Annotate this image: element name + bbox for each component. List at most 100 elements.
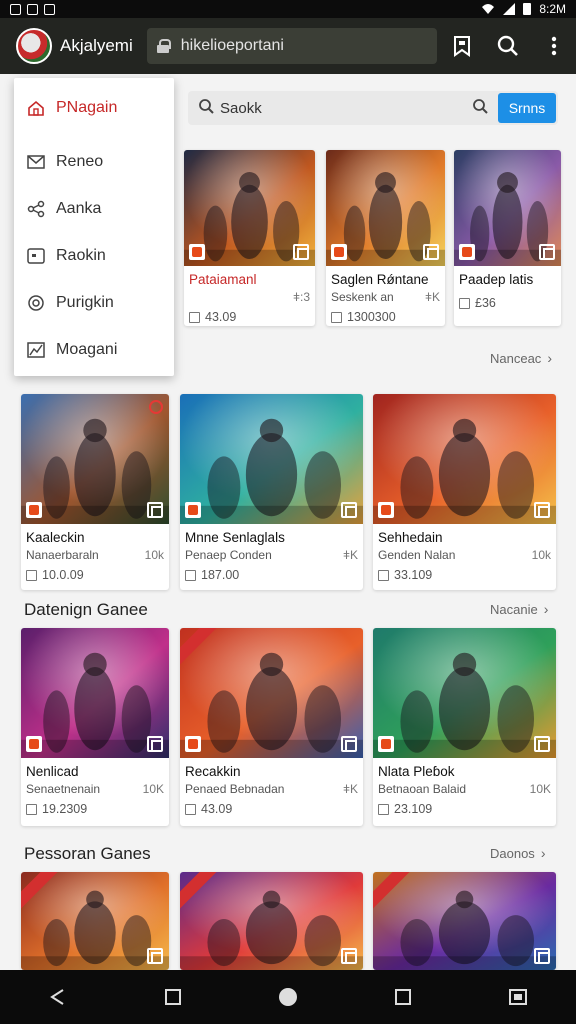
see-all-label[interactable]: Nacanie xyxy=(490,602,538,617)
expand-icon[interactable] xyxy=(539,244,555,260)
game-title[interactable]: Nenlicad xyxy=(26,764,164,779)
home-icon xyxy=(26,99,46,117)
game-meta: 10K xyxy=(529,782,551,796)
game-title[interactable]: Pataiamanl xyxy=(189,272,310,287)
game-title[interactable]: Kaaleckin xyxy=(26,530,164,545)
expand-icon[interactable] xyxy=(423,244,439,260)
notification-icon xyxy=(10,3,21,15)
expand-icon[interactable] xyxy=(293,244,309,260)
game-card[interactable]: Sehhedain Genden Nalan 10k 33.109 xyxy=(373,394,556,590)
app-bar: Akjalyemi hikelioeportani xyxy=(0,18,576,74)
game-title[interactable]: Sehhedain xyxy=(378,530,551,545)
game-thumbnail[interactable] xyxy=(326,150,445,266)
see-all-link[interactable]: Nacanie › xyxy=(490,601,548,617)
section-title: Datenign Ganee xyxy=(24,600,148,619)
battery-icon xyxy=(523,3,532,15)
game-thumbnail[interactable] xyxy=(21,872,169,970)
game-thumbnail[interactable] xyxy=(373,628,556,758)
game-thumbnail[interactable] xyxy=(21,628,169,758)
game-thumbnail[interactable] xyxy=(184,150,315,266)
menu-item[interactable]: Moagani xyxy=(14,326,174,373)
download-icon xyxy=(26,569,37,581)
app-badge-icon xyxy=(26,502,42,518)
game-title[interactable]: Recakkin xyxy=(185,764,358,779)
game-card[interactable]: Pataiamanl ǂ:3 43.09 xyxy=(184,150,315,326)
menu-item-label: Aanka xyxy=(56,199,102,217)
home-icon[interactable] xyxy=(268,977,308,1017)
expand-icon[interactable] xyxy=(341,736,357,752)
app-title: Akjalyemi xyxy=(60,36,133,55)
see-all-label[interactable]: Nanceac xyxy=(490,351,541,366)
search-icon xyxy=(198,98,214,119)
game-stat: 33.109 xyxy=(394,568,433,582)
game-card[interactable] xyxy=(373,872,556,970)
menu-item[interactable]: PNagain xyxy=(14,78,174,138)
game-thumbnail[interactable] xyxy=(180,872,363,970)
search-input[interactable]: Saokk xyxy=(220,100,262,117)
url-bar[interactable]: hikelioeportani xyxy=(146,28,437,64)
expand-icon[interactable] xyxy=(534,502,550,518)
see-all-label[interactable]: Daonos xyxy=(490,846,535,861)
bookmark-icon[interactable] xyxy=(450,34,474,58)
play-icon xyxy=(149,400,163,414)
expand-icon[interactable] xyxy=(147,502,163,518)
expand-icon[interactable] xyxy=(147,736,163,752)
overview-icon[interactable] xyxy=(383,977,423,1017)
menu-item-label: Purigkin xyxy=(56,293,114,311)
screenshot-icon[interactable] xyxy=(498,977,538,1017)
expand-icon[interactable] xyxy=(534,736,550,752)
see-all-link[interactable]: Daonos › xyxy=(490,845,545,861)
game-subtitle: Betnaoan Balaid xyxy=(378,782,467,796)
game-thumbnail[interactable] xyxy=(373,872,556,970)
chevron-right-icon: › xyxy=(543,601,549,617)
game-title[interactable]: Mnne Senlaglals xyxy=(185,530,358,545)
game-thumbnail[interactable] xyxy=(21,394,169,524)
game-title[interactable]: Saglen Rǿntane xyxy=(331,272,440,287)
clock-text: 8:2M xyxy=(539,2,566,16)
more-vert-icon[interactable] xyxy=(542,34,566,58)
app-logo[interactable] xyxy=(16,28,52,64)
search-bar[interactable]: Saokk Srnns xyxy=(188,91,558,125)
game-thumbnail[interactable] xyxy=(454,150,561,266)
game-card[interactable]: Nenlicad Senaetnenain 10K 19.2309 xyxy=(21,628,169,826)
game-meta: ǂK xyxy=(342,548,358,562)
game-card[interactable]: Recakkin Penaed Bebnadan ǂK 43.09 xyxy=(180,628,363,826)
wifi-icon xyxy=(482,4,495,14)
game-meta: ǂK xyxy=(424,290,440,304)
game-thumbnail[interactable] xyxy=(180,394,363,524)
expand-icon[interactable] xyxy=(534,948,550,964)
menu-item[interactable]: Raokin xyxy=(14,232,174,279)
game-thumbnail[interactable] xyxy=(180,628,363,758)
game-card[interactable] xyxy=(180,872,363,970)
expand-icon[interactable] xyxy=(147,948,163,964)
menu-item[interactable]: Reneo xyxy=(14,138,174,185)
see-all-link[interactable]: Nanceac › xyxy=(490,350,552,366)
game-card[interactable]: Mnne Senlaglals Penaep Conden ǂK 187.00 xyxy=(180,394,363,590)
expand-icon[interactable] xyxy=(341,948,357,964)
game-stat: 43.09 xyxy=(205,310,237,324)
game-card[interactable]: Paadep latis £36 xyxy=(454,150,561,326)
game-card[interactable] xyxy=(21,872,169,970)
expand-icon[interactable] xyxy=(341,502,357,518)
download-icon xyxy=(185,803,196,815)
game-title[interactable]: Nlata Pleɓok xyxy=(378,764,551,779)
menu-item-label: Reneo xyxy=(56,152,104,170)
download-icon xyxy=(459,297,470,309)
search-button[interactable]: Srnns xyxy=(498,93,556,123)
game-card[interactable]: Saglen Rǿntane Seskenk an ǂK 1300300 xyxy=(326,150,445,326)
game-stat: 187.00 xyxy=(201,568,240,582)
search-icon[interactable] xyxy=(496,34,520,58)
recents-icon[interactable] xyxy=(153,977,193,1017)
game-card[interactable]: Kaaleckin Nanaerbaraln 10k 10.0.09 xyxy=(21,394,169,590)
game-card[interactable]: Nlata Pleɓok Betnaoan Balaid 10K 23.109 xyxy=(373,628,556,826)
dropdown-menu: PNagain Reneo Aanka Raokin Purigkin Moag… xyxy=(14,78,174,376)
menu-item-label: Moagani xyxy=(56,340,118,358)
game-title[interactable]: Paadep latis xyxy=(459,272,556,287)
game-thumbnail[interactable] xyxy=(373,394,556,524)
search-icon[interactable] xyxy=(472,98,488,119)
box-icon xyxy=(26,247,46,265)
menu-item[interactable]: Purigkin xyxy=(14,279,174,326)
back-icon[interactable] xyxy=(38,977,78,1017)
mail-icon xyxy=(26,153,46,171)
menu-item[interactable]: Aanka xyxy=(14,185,174,232)
